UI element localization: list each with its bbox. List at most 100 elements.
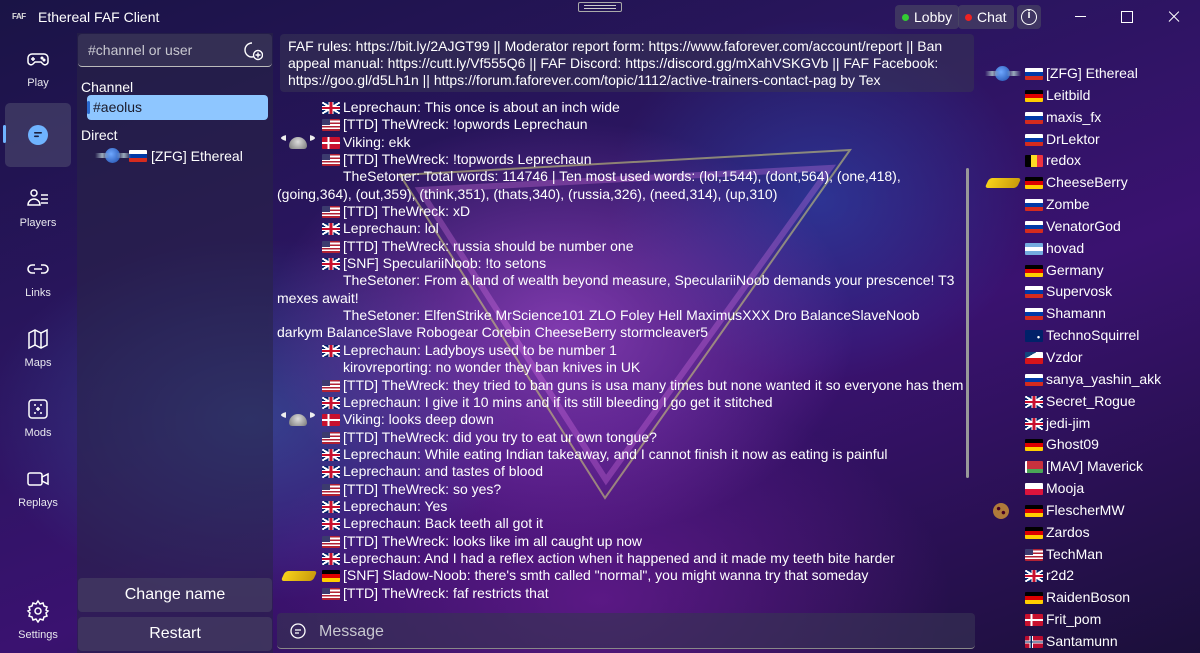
- user-list-item[interactable]: TechMan: [983, 544, 1198, 566]
- user-list-item[interactable]: Frit_pom: [983, 609, 1198, 631]
- user-list-item[interactable]: RaidenBoson: [983, 587, 1198, 609]
- flag-ru-icon: [1025, 373, 1043, 386]
- nav-chat[interactable]: [5, 103, 71, 167]
- chat-message-text: [TTD] TheWreck: faf restricts that: [343, 584, 549, 601]
- channel-item-aeolus[interactable]: #aeolus: [87, 95, 268, 120]
- nav-players[interactable]: Players: [5, 176, 71, 240]
- user-avatar: [985, 65, 1021, 82]
- user-list-item[interactable]: Germany: [983, 260, 1198, 282]
- flag-dk-icon: [322, 136, 340, 149]
- chat-message-text: TheSetoner: From a land of wealth beyond…: [277, 272, 955, 306]
- lobby-button[interactable]: Lobby: [895, 5, 960, 29]
- message-scrollbar[interactable]: [966, 168, 969, 478]
- info-icon[interactable]: i: [1017, 5, 1041, 29]
- minimize-button[interactable]: [1057, 0, 1103, 33]
- chat-message: Leprechaun: Back teeth all got it: [277, 515, 967, 532]
- chat-message: TheSetoner: Total words: 114746 | Ten mo…: [277, 168, 967, 203]
- user-list-item[interactable]: sanya_yashin_akk: [983, 369, 1198, 391]
- flag-us-icon: [322, 587, 340, 600]
- chat-message-text: [SNF] SpeculariiNoob: !to setons: [343, 255, 547, 272]
- user-list-item[interactable]: Ghost09: [983, 434, 1198, 456]
- chat-message-text: Viking: ekk: [343, 133, 411, 150]
- flag-ru-icon: [1025, 111, 1043, 124]
- user-list-item[interactable]: hovad: [983, 238, 1198, 260]
- user-list-item[interactable]: DrLektor: [983, 129, 1198, 151]
- user-list-item[interactable]: CheeseBerry: [983, 172, 1198, 194]
- user-list-item[interactable]: Shamann: [983, 303, 1198, 325]
- user-list-item[interactable]: Zombe: [983, 194, 1198, 216]
- chat-message-text: Leprechaun: While eating Indian takeaway…: [343, 445, 888, 462]
- flag-de-icon: [1025, 177, 1043, 190]
- flag-ru-icon: [1025, 308, 1043, 321]
- message-icon: [290, 623, 306, 639]
- user-name: RaidenBoson: [1046, 589, 1131, 606]
- user-list: [ZFG] Ethereal Leitbild maxis_fx DrLektor re…: [983, 63, 1198, 653]
- nav-links[interactable]: Links: [5, 246, 71, 310]
- user-name: Secret_Rogue: [1046, 392, 1136, 409]
- user-list-item[interactable]: r2d2: [983, 565, 1198, 587]
- user-avatar: [281, 567, 313, 584]
- message-list: Leprechaun: This once is about an inch w…: [277, 99, 967, 606]
- user-list-item[interactable]: [MAV] Maverick: [983, 456, 1198, 478]
- user-name: Leitbild: [1046, 86, 1091, 103]
- nav-settings[interactable]: Settings: [5, 588, 71, 652]
- chat-message: [SNF] Sladow-Noob: there's smth called "…: [277, 567, 967, 584]
- user-list-item[interactable]: Santamunn: [983, 631, 1198, 653]
- chat-message: Leprechaun: and tastes of blood: [277, 463, 967, 480]
- direct-item-ethereal[interactable]: [ZFG] Ethereal: [95, 147, 243, 164]
- flag-gb-icon: [322, 102, 340, 114]
- user-list-item[interactable]: Zardos: [983, 522, 1198, 544]
- user-list-item[interactable]: redox: [983, 150, 1198, 172]
- flag-gb-icon: [322, 500, 340, 513]
- nav-maps[interactable]: Maps: [5, 316, 71, 380]
- change-name-button[interactable]: Change name: [78, 578, 272, 612]
- user-list-item[interactable]: Leitbild: [983, 85, 1198, 107]
- chat-message: [TTD] TheWreck: faf restricts that: [277, 585, 967, 602]
- drag-handle-icon[interactable]: [578, 2, 622, 12]
- message-input[interactable]: [319, 623, 919, 641]
- chat-message: [SNF] SpeculariiNoob: !to setons: [277, 255, 967, 272]
- restart-button[interactable]: Restart: [78, 617, 272, 651]
- user-list-item[interactable]: Secret_Rogue: [983, 391, 1198, 413]
- user-list-item[interactable]: maxis_fx: [983, 107, 1198, 129]
- flag-us-icon: [322, 535, 340, 548]
- user-list-item[interactable]: TechnoSquirrel: [983, 325, 1198, 347]
- chat-message-text: [TTD] TheWreck: looks like im all caught…: [343, 532, 643, 549]
- flag-au-icon: [1025, 330, 1043, 343]
- chat-button[interactable]: Chat: [958, 5, 1014, 29]
- user-list-item[interactable]: Supervosk: [983, 281, 1198, 303]
- nav-replays[interactable]: Replays: [5, 456, 71, 520]
- close-button[interactable]: [1151, 0, 1197, 33]
- flag-ar-icon: [1025, 242, 1043, 255]
- map-icon: [28, 328, 48, 350]
- channel-search-input[interactable]: [88, 42, 238, 58]
- user-name: r2d2: [1046, 567, 1075, 584]
- user-list-item[interactable]: Mooja: [983, 478, 1198, 500]
- user-name: redox: [1046, 152, 1082, 169]
- chat-message-text: Leprechaun: I give it 10 mins and if its…: [343, 393, 773, 410]
- nav-mods[interactable]: Mods: [5, 386, 71, 450]
- flag-ru-icon: [1025, 133, 1043, 146]
- chat-message-text: TheSetoner: ElfenStrike MrScience101 ZLO…: [277, 307, 920, 341]
- add-chat-icon[interactable]: [243, 41, 263, 61]
- flag-de-icon: [1025, 504, 1043, 517]
- maximize-button[interactable]: [1103, 0, 1149, 33]
- user-list-item[interactable]: Vzdor: [983, 347, 1198, 369]
- chat-message-text: Leprechaun: and tastes of blood: [343, 463, 544, 480]
- chat-status-dot: [965, 13, 972, 21]
- chat-message: Leprechaun: This once is about an inch w…: [277, 99, 967, 116]
- chat-message-text: TheSetoner: Total words: 114746 | Ten mo…: [277, 168, 901, 202]
- user-list-item[interactable]: jedi-jim: [983, 413, 1198, 435]
- user-list-item[interactable]: FlescherMW: [983, 500, 1198, 522]
- chat-message-text: Leprechaun: This once is about an inch w…: [343, 99, 620, 115]
- direct-section-label: Direct: [81, 127, 118, 143]
- players-icon: [27, 189, 48, 206]
- user-list-item[interactable]: [ZFG] Ethereal: [983, 63, 1198, 85]
- gear-icon: [26, 599, 50, 623]
- flag-ru-icon: [1025, 286, 1043, 299]
- flag-de-icon: [1025, 439, 1043, 452]
- channel-search: [78, 34, 272, 67]
- nav-play[interactable]: Play: [5, 36, 71, 100]
- nav-settings-label: Settings: [18, 629, 58, 641]
- user-list-item[interactable]: VenatorGod: [983, 216, 1198, 238]
